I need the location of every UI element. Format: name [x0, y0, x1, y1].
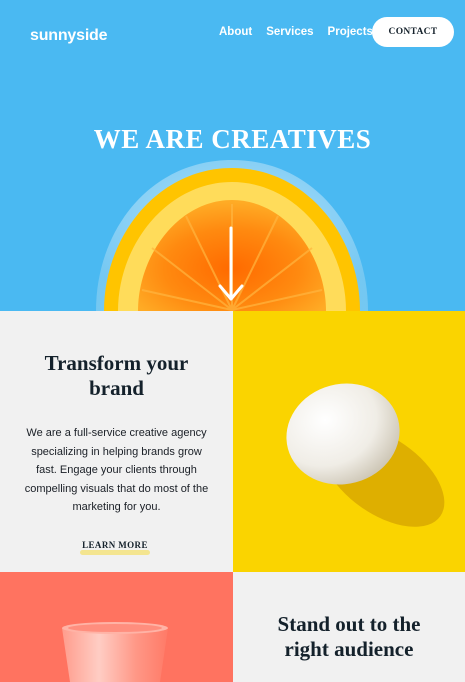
nav-item-about[interactable]: About	[219, 26, 252, 38]
feature-description: We are a full-service creative agency sp…	[24, 427, 209, 513]
egg-image	[286, 383, 445, 527]
learn-more-underline	[80, 550, 150, 555]
feature-title: Transform your brand	[0, 351, 233, 401]
feature-title-line: Transform your	[44, 351, 189, 375]
cup-image-tile	[0, 572, 233, 682]
feature-title-line: brand	[89, 376, 144, 400]
feature-title: Stand out to the right audience	[233, 612, 465, 662]
hero-section: sunnyside About Services Projects CONTAC…	[0, 0, 465, 311]
feature-title-line: Stand out to the	[277, 612, 421, 636]
feature-title-line: right audience	[284, 637, 414, 661]
cup-image	[62, 622, 168, 682]
learn-more-link[interactable]: LEARN MORE	[80, 540, 150, 550]
nav-item-services[interactable]: Services	[266, 26, 313, 38]
arrow-down-icon[interactable]	[217, 226, 245, 304]
contact-button[interactable]: CONTACT	[372, 17, 454, 47]
logo[interactable]: sunnyside	[30, 27, 108, 45]
egg-image-tile	[233, 311, 465, 572]
feature-stand-out: Stand out to the right audience	[233, 572, 465, 682]
feature-transform-brand: Transform your brand We are a full-servi…	[0, 311, 233, 572]
nav-item-projects[interactable]: Projects	[328, 26, 373, 38]
hero-title: WE ARE CREATIVES	[93, 124, 372, 154]
main-nav: About Services Projects	[219, 26, 373, 38]
